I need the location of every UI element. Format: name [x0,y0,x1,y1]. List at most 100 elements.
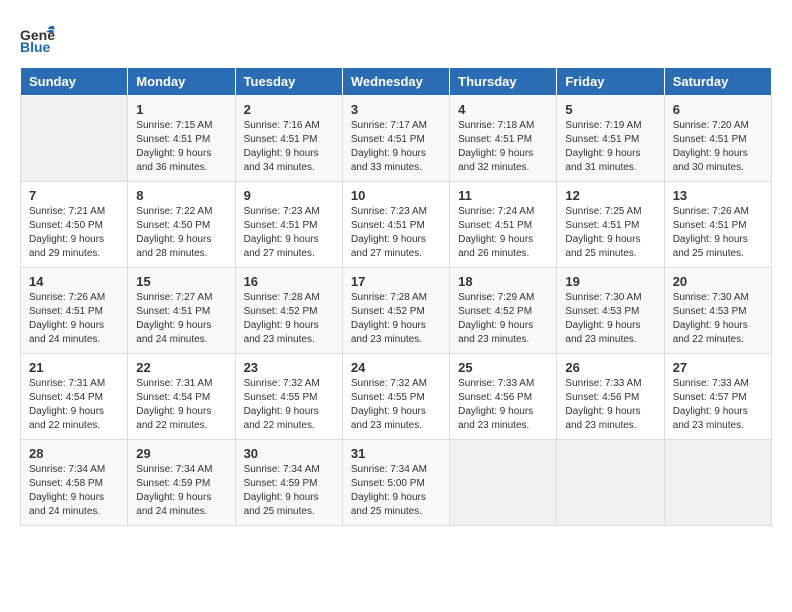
day-number: 18 [458,274,548,289]
day-number: 1 [136,102,226,117]
calendar-cell: 7 Sunrise: 7:21 AMSunset: 4:50 PMDaylight… [21,182,128,268]
day-info: Sunrise: 7:19 AMSunset: 4:51 PMDaylight:… [565,119,655,175]
calendar-cell: 19 Sunrise: 7:30 AMSunset: 4:53 PMDayligh… [557,268,664,354]
calendar-cell: 23 Sunrise: 7:32 AMSunset: 4:55 PMDayligh… [235,354,342,440]
calendar-cell: 25 Sunrise: 7:33 AMSunset: 4:56 PMDayligh… [450,354,557,440]
day-info: Sunrise: 7:28 AMSunset: 4:52 PMDaylight:… [351,291,441,347]
calendar-cell [664,440,771,526]
logo-icon: General Blue [20,20,56,61]
calendar-cell: 26 Sunrise: 7:33 AMSunset: 4:56 PMDayligh… [557,354,664,440]
calendar-cell: 22 Sunrise: 7:31 AMSunset: 4:54 PMDayligh… [128,354,235,440]
day-info: Sunrise: 7:16 AMSunset: 4:51 PMDaylight:… [244,119,334,175]
day-info: Sunrise: 7:30 AMSunset: 4:53 PMDaylight:… [565,291,655,347]
day-number: 24 [351,360,441,375]
day-info: Sunrise: 7:26 AMSunset: 4:51 PMDaylight:… [673,205,763,261]
day-info: Sunrise: 7:33 AMSunset: 4:56 PMDaylight:… [458,377,548,433]
weekday-header-wednesday: Wednesday [342,68,449,96]
calendar-cell: 27 Sunrise: 7:33 AMSunset: 4:57 PMDayligh… [664,354,771,440]
calendar-cell: 11 Sunrise: 7:24 AMSunset: 4:51 PMDayligh… [450,182,557,268]
calendar-cell [450,440,557,526]
calendar-cell: 20 Sunrise: 7:30 AMSunset: 4:53 PMDayligh… [664,268,771,354]
day-info: Sunrise: 7:32 AMSunset: 4:55 PMDaylight:… [244,377,334,433]
day-info: Sunrise: 7:20 AMSunset: 4:51 PMDaylight:… [673,119,763,175]
day-number: 25 [458,360,548,375]
day-number: 13 [673,188,763,203]
day-number: 14 [29,274,119,289]
calendar-cell: 15 Sunrise: 7:27 AMSunset: 4:51 PMDayligh… [128,268,235,354]
day-number: 23 [244,360,334,375]
day-number: 17 [351,274,441,289]
calendar-cell: 29Sunrise: 7:34 AMSunset: 4:59 PMDayligh… [128,440,235,526]
day-number: 30 [244,446,334,461]
day-number: 20 [673,274,763,289]
calendar-cell: 21 Sunrise: 7:31 AMSunset: 4:54 PMDayligh… [21,354,128,440]
day-number: 9 [244,188,334,203]
day-info: Sunrise: 7:23 AMSunset: 4:51 PMDaylight:… [244,205,334,261]
day-info: Sunrise: 7:28 AMSunset: 4:52 PMDaylight:… [244,291,334,347]
day-info: Sunrise: 7:31 AMSunset: 4:54 PMDaylight:… [29,377,119,433]
calendar-cell: 24 Sunrise: 7:32 AMSunset: 4:55 PMDayligh… [342,354,449,440]
weekday-header-friday: Friday [557,68,664,96]
calendar-cell: 12Sunrise: 7:25 AMSunset: 4:51 PMDayligh… [557,182,664,268]
day-info: Sunrise: 7:25 AMSunset: 4:51 PMDaylight:… [565,205,655,261]
calendar-cell: 10Sunrise: 7:23 AMSunset: 4:51 PMDayligh… [342,182,449,268]
weekday-header-saturday: Saturday [664,68,771,96]
calendar-cell [21,96,128,182]
day-info: Sunrise: 7:32 AMSunset: 4:55 PMDaylight:… [351,377,441,433]
day-number: 5 [565,102,655,117]
day-info: Sunrise: 7:27 AMSunset: 4:51 PMDaylight:… [136,291,226,347]
day-info: Sunrise: 7:24 AMSunset: 4:51 PMDaylight:… [458,205,548,261]
day-number: 26 [565,360,655,375]
day-number: 4 [458,102,548,117]
day-number: 16 [244,274,334,289]
day-info: Sunrise: 7:33 AMSunset: 4:57 PMDaylight:… [673,377,763,433]
day-info: Sunrise: 7:22 AMSunset: 4:50 PMDaylight:… [136,205,226,261]
day-info: Sunrise: 7:18 AMSunset: 4:51 PMDaylight:… [458,119,548,175]
weekday-header-row: SundayMondayTuesdayWednesdayThursdayFrid… [21,68,772,96]
weekday-header-sunday: Sunday [21,68,128,96]
calendar-cell: 2 Sunrise: 7:16 AMSunset: 4:51 PMDaylight… [235,96,342,182]
day-number: 21 [29,360,119,375]
day-info: Sunrise: 7:33 AMSunset: 4:56 PMDaylight:… [565,377,655,433]
day-number: 15 [136,274,226,289]
day-info: Sunrise: 7:26 AMSunset: 4:51 PMDaylight:… [29,291,119,347]
day-info: Sunrise: 7:17 AMSunset: 4:51 PMDaylight:… [351,119,441,175]
calendar-week-4: 21 Sunrise: 7:31 AMSunset: 4:54 PMDayligh… [21,354,772,440]
calendar-cell: 14 Sunrise: 7:26 AMSunset: 4:51 PMDayligh… [21,268,128,354]
day-number: 8 [136,188,226,203]
day-info: Sunrise: 7:21 AMSunset: 4:50 PMDaylight:… [29,205,119,261]
weekday-header-tuesday: Tuesday [235,68,342,96]
day-number: 7 [29,188,119,203]
day-info: Sunrise: 7:23 AMSunset: 4:51 PMDaylight:… [351,205,441,261]
calendar-cell: 18 Sunrise: 7:29 AMSunset: 4:52 PMDayligh… [450,268,557,354]
calendar-body: 1Sunrise: 7:15 AMSunset: 4:51 PMDaylight… [21,96,772,526]
day-info: Sunrise: 7:30 AMSunset: 4:53 PMDaylight:… [673,291,763,347]
day-info: Sunrise: 7:31 AMSunset: 4:54 PMDaylight:… [136,377,226,433]
day-number: 27 [673,360,763,375]
day-number: 2 [244,102,334,117]
calendar-cell: 8 Sunrise: 7:22 AMSunset: 4:50 PMDaylight… [128,182,235,268]
day-info: Sunrise: 7:34 AMSunset: 4:59 PMDaylight:… [136,463,226,519]
day-number: 3 [351,102,441,117]
weekday-header-monday: Monday [128,68,235,96]
page-header: General Blue [20,20,772,61]
weekday-header-thursday: Thursday [450,68,557,96]
day-number: 19 [565,274,655,289]
calendar-cell: 6Sunrise: 7:20 AMSunset: 4:51 PMDaylight… [664,96,771,182]
calendar-cell: 1Sunrise: 7:15 AMSunset: 4:51 PMDaylight… [128,96,235,182]
calendar-cell: 4 Sunrise: 7:18 AMSunset: 4:51 PMDaylight… [450,96,557,182]
calendar-cell: 13 Sunrise: 7:26 AMSunset: 4:51 PMDayligh… [664,182,771,268]
day-number: 11 [458,188,548,203]
calendar-cell: 9 Sunrise: 7:23 AMSunset: 4:51 PMDaylight… [235,182,342,268]
calendar-cell: 16 Sunrise: 7:28 AMSunset: 4:52 PMDayligh… [235,268,342,354]
calendar-cell [557,440,664,526]
svg-text:Blue: Blue [20,39,51,55]
calendar-cell: 17 Sunrise: 7:28 AMSunset: 4:52 PMDayligh… [342,268,449,354]
day-info: Sunrise: 7:29 AMSunset: 4:52 PMDaylight:… [458,291,548,347]
day-number: 22 [136,360,226,375]
calendar-week-3: 14 Sunrise: 7:26 AMSunset: 4:51 PMDayligh… [21,268,772,354]
calendar-cell: 31Sunrise: 7:34 AMSunset: 5:00 PMDayligh… [342,440,449,526]
day-info: Sunrise: 7:34 AMSunset: 5:00 PMDaylight:… [351,463,441,519]
calendar-cell: 28Sunrise: 7:34 AMSunset: 4:58 PMDayligh… [21,440,128,526]
calendar-week-5: 28Sunrise: 7:34 AMSunset: 4:58 PMDayligh… [21,440,772,526]
